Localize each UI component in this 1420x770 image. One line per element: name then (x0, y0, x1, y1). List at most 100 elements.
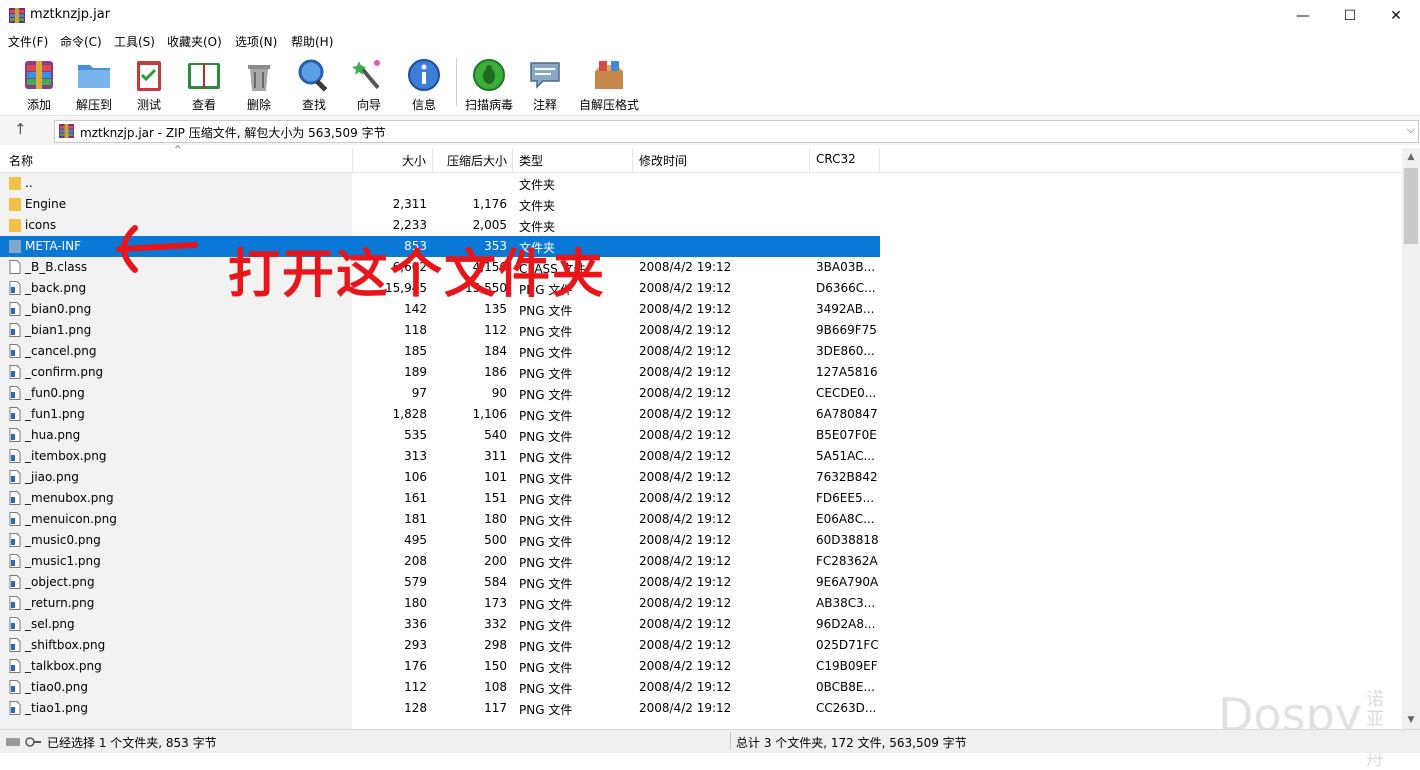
info-button[interactable]: 信息 (396, 55, 452, 113)
file-size: 185 (404, 344, 427, 358)
file-name: _fun0.png (25, 386, 85, 400)
add-button[interactable]: 添加 (11, 55, 67, 113)
table-row[interactable]: _music1.png 208 200 PNG 文件 2008/4/2 19:12 FC2… (0, 551, 880, 572)
delete-button[interactable]: 删除 (231, 55, 287, 113)
address-field[interactable]: mztknzjp.jar - ZIP 压缩文件, 解包大小为 563,509 字… (54, 120, 1419, 143)
file-packed-size: 117 (484, 701, 507, 715)
wizard-button[interactable]: 向导 (341, 55, 397, 113)
chevron-down-icon[interactable]: ⌵ (1407, 123, 1415, 137)
status-selection: 已经选择 1 个文件夹, 853 字节 (47, 736, 217, 750)
file-icon (9, 344, 21, 358)
table-row[interactable]: _bian1.png 118 112 PNG 文件 2008/4/2 19:12 9B66… (0, 320, 880, 341)
menu-file[interactable]: 文件(F) (8, 33, 48, 50)
file-type: PNG 文件 (519, 367, 573, 381)
column-divider[interactable] (809, 148, 810, 172)
find-label: 查找 (301, 98, 326, 112)
file-modified: 2008/4/2 19:12 (639, 533, 732, 547)
test-button[interactable]: 测试 (121, 55, 177, 113)
file-type: PNG 文件 (519, 640, 573, 654)
file-size: 579 (404, 575, 427, 589)
address-bar: ↑ mztknzjp.jar - ZIP 压缩文件, 解包大小为 563,509… (0, 117, 1420, 145)
file-size: 189 (404, 365, 427, 379)
table-row[interactable]: Engine 2,311 1,176 文件夹 (0, 194, 880, 215)
close-button[interactable]: ✕ (1373, 0, 1419, 31)
file-modified: 2008/4/2 19:12 (639, 428, 732, 442)
file-icon (9, 407, 21, 421)
table-row[interactable]: _itembox.png 313 311 PNG 文件 2008/4/2 19:12 5A… (0, 446, 880, 467)
file-size: 2,233 (392, 218, 427, 232)
menu-favorites[interactable]: 收藏夹(O) (167, 33, 222, 50)
toolbar: 添加 解压到 测试 查看 删除 查找 向导 信息 扫描病毒 注释 自解压格式 (0, 51, 1420, 116)
file-crc: FD6EE5... (816, 491, 875, 505)
table-row[interactable]: _music0.png 495 500 PNG 文件 2008/4/2 19:12 60D… (0, 530, 880, 551)
file-name: Engine (25, 197, 67, 211)
scan-virus-button[interactable]: 扫描病毒 (461, 55, 517, 113)
view-button[interactable]: 查看 (176, 55, 232, 113)
table-row[interactable]: _cancel.png 185 184 PNG 文件 2008/4/2 19:12 3DE… (0, 341, 880, 362)
file-crc: 3492AB... (816, 302, 875, 316)
sfx-button[interactable]: 自解压格式 (578, 55, 640, 113)
scroll-thumb[interactable] (1404, 168, 1418, 244)
column-divider[interactable] (432, 148, 433, 172)
table-row[interactable]: .. 文件夹 (0, 173, 880, 194)
table-row[interactable]: _sel.png 336 332 PNG 文件 2008/4/2 19:12 96D2A8… (0, 614, 880, 635)
column-divider[interactable] (512, 148, 513, 172)
table-row[interactable]: _object.png 579 584 PNG 文件 2008/4/2 19:12 9E6… (0, 572, 880, 593)
table-row[interactable]: _talkbox.png 176 150 PNG 文件 2008/4/2 19:12 C1… (0, 656, 880, 677)
file-modified: 2008/4/2 19:12 (639, 596, 732, 610)
menu-tools[interactable]: 工具(S) (114, 33, 155, 50)
table-row[interactable]: _menubox.png 161 151 PNG 文件 2008/4/2 19:12 FD… (0, 488, 880, 509)
up-folder-icon[interactable]: ↑ (14, 120, 27, 138)
column-type[interactable]: 类型 (519, 152, 543, 169)
column-divider[interactable] (879, 148, 880, 172)
column-header: ^ 名称 大小 压缩后大小 类型 修改时间 CRC32 (0, 145, 1402, 173)
column-divider[interactable] (352, 148, 353, 172)
scroll-up-icon[interactable]: ▲ (1402, 148, 1420, 166)
folder-icon (9, 240, 21, 253)
file-packed-size: 298 (484, 638, 507, 652)
find-button[interactable]: 查找 (286, 55, 342, 113)
file-icon (9, 302, 21, 316)
file-size: 181 (404, 512, 427, 526)
file-name: _jiao.png (25, 470, 79, 484)
file-type: PNG 文件 (519, 703, 573, 717)
column-size[interactable]: 大小 (402, 152, 426, 169)
file-modified: 2008/4/2 19:12 (639, 491, 732, 505)
comment-button[interactable]: 注释 (517, 55, 573, 113)
file-type: PNG 文件 (519, 472, 573, 486)
table-row[interactable]: _confirm.png 189 186 PNG 文件 2008/4/2 19:12 12… (0, 362, 880, 383)
menu-options[interactable]: 选项(N) (235, 33, 277, 50)
file-crc: 7632B842 (816, 470, 878, 484)
file-crc: 0BCB8E... (816, 680, 875, 694)
file-icon (9, 554, 21, 568)
vertical-scrollbar[interactable]: ▲ ▼ (1402, 148, 1420, 729)
column-crc[interactable]: CRC32 (816, 152, 856, 166)
table-row[interactable]: _menuicon.png 181 180 PNG 文件 2008/4/2 19:12 E… (0, 509, 880, 530)
column-modified[interactable]: 修改时间 (639, 152, 687, 169)
table-row[interactable]: _jiao.png 106 101 PNG 文件 2008/4/2 19:12 7632B… (0, 467, 880, 488)
menu-command[interactable]: 命令(C) (60, 33, 102, 50)
extract-button[interactable]: 解压到 (66, 55, 122, 113)
table-row[interactable]: _fun1.png 1,828 1,106 PNG 文件 2008/4/2 19:12 6… (0, 404, 880, 425)
table-row[interactable]: _shiftbox.png 293 298 PNG 文件 2008/4/2 19:12 0… (0, 635, 880, 656)
file-packed-size: 200 (484, 554, 507, 568)
column-packed[interactable]: 压缩后大小 (447, 152, 507, 169)
scroll-down-icon[interactable]: ▼ (1402, 711, 1420, 729)
table-row[interactable]: _fun0.png 97 90 PNG 文件 2008/4/2 19:12 CECDE0.… (0, 383, 880, 404)
column-divider[interactable] (632, 148, 633, 172)
column-name[interactable]: 名称 (9, 152, 33, 169)
table-row[interactable]: _tiao0.png 112 108 PNG 文件 2008/4/2 19:12 0BCB… (0, 677, 880, 698)
maximize-button[interactable]: ☐ (1327, 0, 1373, 31)
menu-help[interactable]: 帮助(H) (291, 33, 333, 50)
comment-icon (530, 62, 560, 89)
file-packed-size: 332 (484, 617, 507, 631)
minimize-button[interactable]: — (1280, 0, 1326, 31)
table-row[interactable]: _tiao1.png 128 117 PNG 文件 2008/4/2 19:12 CC26… (0, 698, 880, 719)
archive-icon (59, 124, 74, 138)
table-row[interactable]: _return.png 180 173 PNG 文件 2008/4/2 19:12 AB3… (0, 593, 880, 614)
file-crc: C19B09EF (816, 659, 878, 673)
file-size: 106 (404, 470, 427, 484)
file-crc: D6366C... (816, 281, 876, 295)
table-row[interactable]: _hua.png 535 540 PNG 文件 2008/4/2 19:12 B5E07F… (0, 425, 880, 446)
file-size: 176 (404, 659, 427, 673)
